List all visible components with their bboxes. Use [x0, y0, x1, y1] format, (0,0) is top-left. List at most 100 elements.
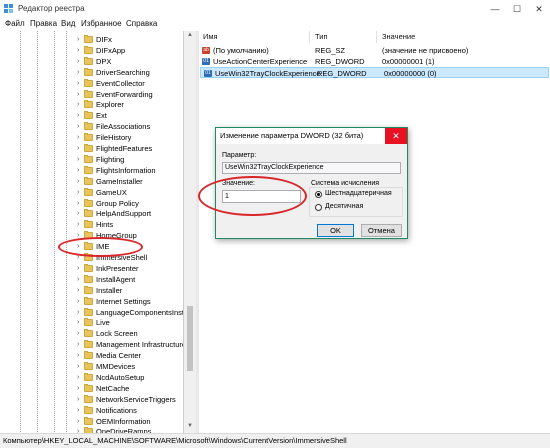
tree-item[interactable]: › Explorer [0, 99, 183, 110]
tree-item[interactable]: › Media Center [0, 350, 183, 361]
tree-item[interactable]: › GameInstaller [0, 176, 183, 187]
expand-chevron-icon[interactable]: › [77, 350, 79, 361]
tree-item[interactable]: › DIFx [0, 34, 183, 45]
tree-item[interactable]: › Group Policy [0, 198, 183, 209]
expand-chevron-icon[interactable]: › [77, 34, 79, 45]
expand-chevron-icon[interactable]: › [77, 263, 79, 274]
maximize-button[interactable]: ☐ [506, 2, 528, 16]
tree-item[interactable]: › Lock Screen [0, 328, 183, 339]
value-row-tray-clock[interactable]: 01 UseWin32TrayClockExperience REG_DWORD… [200, 67, 549, 78]
folder-icon [84, 89, 93, 98]
expand-chevron-icon[interactable]: › [77, 165, 79, 176]
expand-chevron-icon[interactable]: › [77, 383, 79, 394]
minimize-button[interactable]: — [484, 2, 506, 16]
tree-item[interactable]: › Ext [0, 110, 183, 121]
expand-chevron-icon[interactable]: › [77, 176, 79, 187]
folder-icon [84, 187, 93, 196]
expand-chevron-icon[interactable]: › [77, 154, 79, 165]
expand-chevron-icon[interactable]: › [77, 405, 79, 416]
tree-item[interactable]: › GameUX [0, 187, 183, 198]
column-header-type[interactable]: Тип [315, 31, 328, 43]
expand-chevron-icon[interactable]: › [77, 274, 79, 285]
expand-chevron-icon[interactable]: › [77, 110, 79, 121]
menu-help[interactable]: Справка [126, 19, 157, 28]
expand-chevron-icon[interactable]: › [77, 361, 79, 372]
scroll-up-icon[interactable]: ▲ [184, 32, 196, 38]
expand-chevron-icon[interactable]: › [77, 328, 79, 339]
column-header-value[interactable]: Значение [382, 31, 415, 43]
hex-radio[interactable] [315, 191, 322, 198]
value-row-action-center[interactable]: 01 UseActionCenterExperience REG_DWORD 0… [199, 56, 550, 67]
expand-chevron-icon[interactable]: › [77, 296, 79, 307]
tree-item[interactable]: › NcdAutoSetup [0, 372, 183, 383]
expand-chevron-icon[interactable]: › [77, 285, 79, 296]
decimal-radio-label[interactable]: Десятичная [325, 203, 363, 210]
tree-item[interactable]: › OEMInformation [0, 416, 183, 427]
menu-view[interactable]: Вид [61, 19, 75, 28]
decimal-radio[interactable] [315, 204, 322, 211]
tree-item[interactable]: › Internet Settings [0, 296, 183, 307]
expand-chevron-icon[interactable]: › [77, 317, 79, 328]
expand-chevron-icon[interactable]: › [77, 89, 79, 100]
expand-chevron-icon[interactable]: › [77, 339, 79, 350]
value-row-default[interactable]: ab (По умолчанию) REG_SZ (значение не пр… [199, 45, 550, 56]
tree-scrollbar[interactable]: ▲ ▼ [184, 31, 196, 433]
tree-item[interactable]: › DIFxApp [0, 45, 183, 56]
expand-chevron-icon[interactable]: › [77, 187, 79, 198]
expand-chevron-icon[interactable]: › [77, 143, 79, 154]
expand-chevron-icon[interactable]: › [77, 56, 79, 67]
tree-item[interactable]: › InkPresenter [0, 263, 183, 274]
dialog-close-icon[interactable]: ✕ [385, 128, 407, 144]
value-data: 0x00000001 (1) [382, 57, 435, 66]
expand-chevron-icon[interactable]: › [77, 307, 79, 318]
tree-item[interactable]: › Flighting [0, 154, 183, 165]
tree-item[interactable]: › NetCache [0, 383, 183, 394]
tree-item[interactable]: › FileAssociations [0, 121, 183, 132]
tree-item[interactable]: › EventCollector [0, 78, 183, 89]
expand-chevron-icon[interactable]: › [77, 394, 79, 405]
expand-chevron-icon[interactable]: › [77, 78, 79, 89]
ok-button[interactable]: OK [317, 224, 354, 237]
tree-item[interactable]: › OneDriveRamps [0, 426, 183, 433]
tree-item[interactable]: › Live [0, 317, 183, 328]
tree-item[interactable]: › Notifications [0, 405, 183, 416]
tree-item[interactable]: › Management Infrastructure [0, 339, 183, 350]
tree-item[interactable]: › EventForwarding [0, 89, 183, 100]
expand-chevron-icon[interactable]: › [77, 198, 79, 209]
column-header-name[interactable]: Имя [203, 31, 218, 43]
expand-chevron-icon[interactable]: › [77, 67, 79, 78]
menu-favorites[interactable]: Избранное [81, 19, 122, 28]
expand-chevron-icon[interactable]: › [77, 372, 79, 383]
expand-chevron-icon[interactable]: › [77, 132, 79, 143]
expand-chevron-icon[interactable]: › [77, 99, 79, 110]
expand-chevron-icon[interactable]: › [77, 416, 79, 427]
tree-item[interactable]: › NetworkServiceTriggers [0, 394, 183, 405]
tree-item[interactable]: › Hints [0, 219, 183, 230]
scrollbar-thumb[interactable] [187, 306, 193, 371]
column-divider[interactable] [309, 31, 310, 43]
tree-item[interactable]: › DPX [0, 56, 183, 67]
expand-chevron-icon[interactable]: › [77, 426, 79, 433]
tree-item[interactable]: › InstallAgent [0, 274, 183, 285]
column-divider[interactable] [376, 31, 377, 43]
tree-item[interactable]: › Installer [0, 285, 183, 296]
key-tree[interactable]: › DIFx › DIFxApp › DPX › DriverSearching › EventC… [0, 31, 184, 433]
cancel-button[interactable]: Отмена [361, 224, 402, 237]
dword-value-icon: 01 [204, 70, 212, 77]
tree-item[interactable]: › LanguageComponentsInstall [0, 307, 183, 318]
hex-radio-label[interactable]: Шестнадцатеричная [325, 190, 392, 197]
tree-item[interactable]: › FileHistory [0, 132, 183, 143]
close-window-button[interactable]: ✕ [528, 2, 550, 16]
menu-file[interactable]: Файл [5, 19, 25, 28]
tree-item[interactable]: › HelpAndSupport [0, 208, 183, 219]
expand-chevron-icon[interactable]: › [77, 219, 79, 230]
expand-chevron-icon[interactable]: › [77, 45, 79, 56]
tree-item[interactable]: › FlightedFeatures [0, 143, 183, 154]
expand-chevron-icon[interactable]: › [77, 121, 79, 132]
tree-item[interactable]: › MMDevices [0, 361, 183, 372]
tree-item[interactable]: › FlightsInformation [0, 165, 183, 176]
menu-edit[interactable]: Правка [30, 19, 57, 28]
expand-chevron-icon[interactable]: › [77, 208, 79, 219]
scroll-down-icon[interactable]: ▼ [184, 423, 196, 429]
tree-item[interactable]: › DriverSearching [0, 67, 183, 78]
